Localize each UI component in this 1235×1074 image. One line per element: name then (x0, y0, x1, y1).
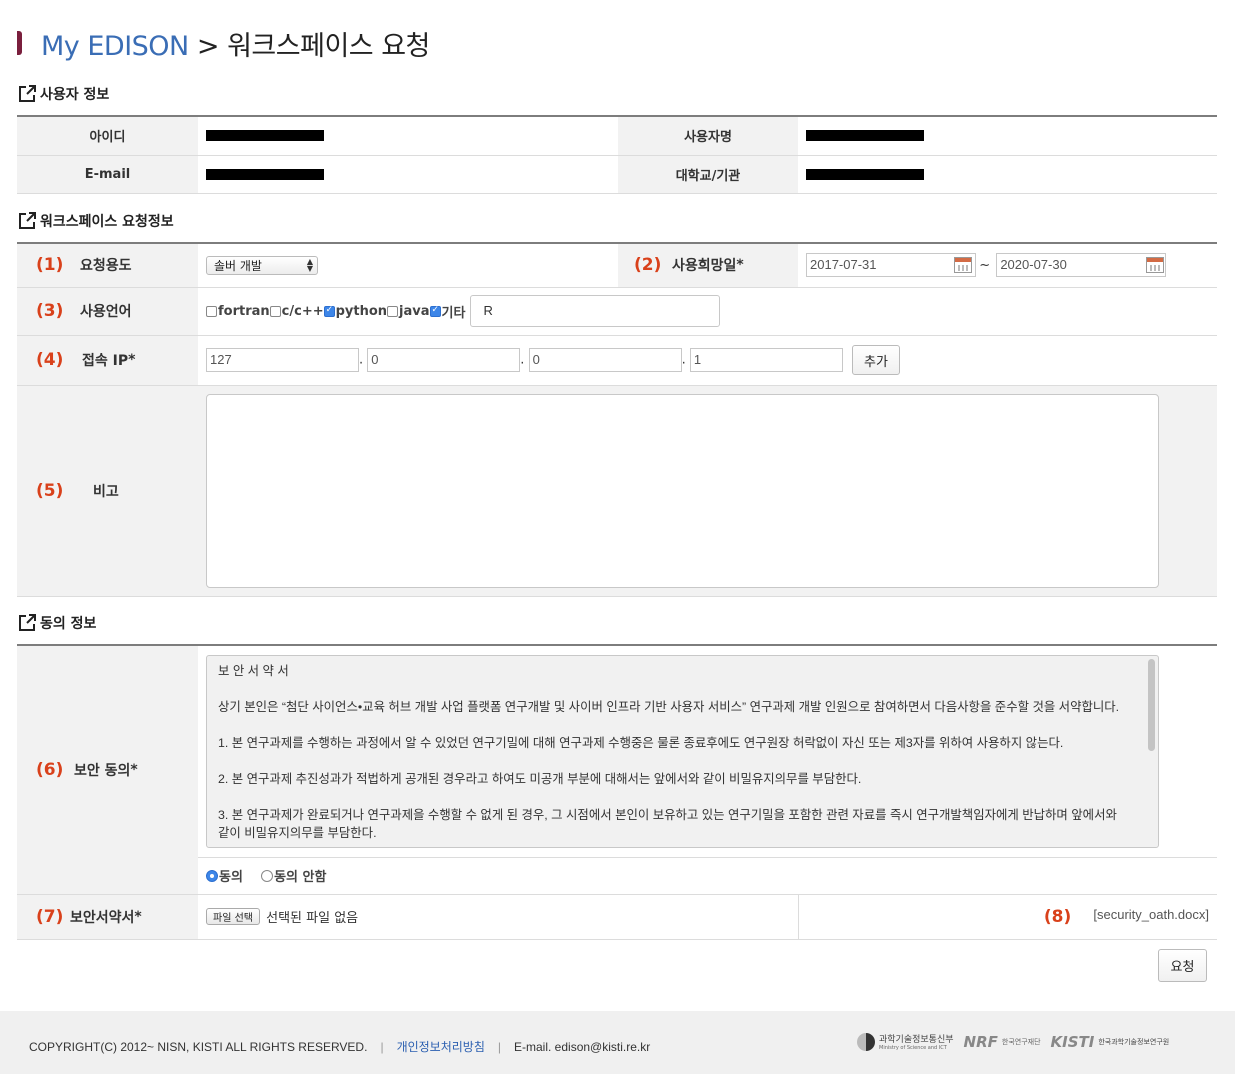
oath-intro: 상기 본인은 “첨단 사이언스•교육 허브 개발 사업 플랫폼 연구개발 및 사… (218, 699, 1120, 714)
required-mark: * (130, 761, 138, 778)
file-select-button[interactable]: 파일 선택 (206, 908, 260, 925)
contact-email[interactable]: E-mail. edison@kisti.re.kr (514, 1040, 650, 1054)
external-link-icon (19, 85, 36, 102)
privacy-policy-link[interactable]: 개인정보처리방침 (397, 1038, 485, 1055)
footer-logos: 과학기술정보통신부 Ministry of Science and ICT NR… (857, 1032, 1169, 1051)
request-submit-button[interactable]: 요청 (1158, 949, 1207, 982)
external-link-icon (19, 212, 36, 229)
purpose-selected: 솔버 개발 (214, 258, 262, 273)
number-7: (7) (36, 906, 64, 927)
checkbox-python[interactable]: python (323, 304, 387, 319)
other-language-input[interactable]: R (470, 295, 721, 327)
external-link-icon (19, 614, 36, 631)
radio-icon (261, 869, 274, 882)
oath-item-3: 3. 본 연구과제가 완료되거나 연구과제을 수행할 수 없게 된 경우, 그 … (218, 807, 1117, 840)
checkbox-icon (206, 305, 217, 317)
copyright-text: COPYRIGHT(C) 2012~ NISN, KISTI ALL RIGHT… (29, 1039, 368, 1054)
checkbox-checked-icon (429, 305, 441, 317)
checkbox-other[interactable]: 기타 (429, 302, 465, 321)
purpose-label: 요청용도 (80, 258, 132, 275)
consent-table: (6) 보안 동의 * 보 안 서 약 서 상기 본인은 “첨단 사이언스•교육 … (17, 644, 1217, 940)
ip-dot: . (359, 352, 364, 368)
breadcrumb-current: 워크스페이스 요청 (227, 30, 430, 62)
purpose-select[interactable]: 솔버 개발 ▲ ▼ (206, 255, 318, 275)
name-label: 사용자명 (618, 116, 798, 156)
org-label: 대학교/기관 (618, 155, 798, 194)
radio-disagree[interactable]: 동의 안함 (261, 868, 326, 885)
ip-octet-2[interactable]: 0 (367, 348, 521, 372)
scrollbar-thumb[interactable] (1148, 658, 1155, 751)
oath-title: 보 안 서 약 서 (218, 663, 289, 678)
email-value-redacted (206, 168, 324, 180)
breadcrumb-brand[interactable]: My EDISON (41, 31, 189, 62)
section-title: 동의 정보 (40, 616, 97, 632)
ip-dot: . (520, 352, 525, 368)
request-table: (1) 요청용도 솔버 개발 ▲ ▼ (2) 사용희망일 * 2017-07-31 … (17, 242, 1217, 597)
ip-dot: . (681, 352, 686, 368)
number-1: (1) (36, 255, 64, 276)
number-6: (6) (36, 759, 64, 780)
org-value-redacted (806, 168, 924, 180)
kisti-logo: KISTI 한국과학기술정보연구원 (1050, 1032, 1170, 1051)
footer: COPYRIGHT(C) 2012~ NISN, KISTI ALL RIGHT… (0, 1011, 1235, 1074)
ip-octet-1[interactable]: 127 (206, 348, 359, 372)
section-title: 워크스페이스 요청정보 (40, 214, 174, 230)
checkbox-fortran[interactable]: fortran (206, 304, 270, 319)
checkbox-icon (269, 305, 281, 317)
required-mark: * (736, 257, 744, 274)
number-4: (4) (36, 350, 64, 370)
checkbox-checked-icon (323, 305, 335, 317)
section-workspace-request: 워크스페이스 요청정보 (17, 210, 174, 232)
email-label: E-mail (17, 155, 198, 194)
start-date-input[interactable]: 2017-07-31 (806, 253, 976, 278)
end-date-input[interactable]: 2020-07-30 (996, 253, 1167, 278)
breadcrumb-separator: > (196, 30, 220, 62)
number-3: (3) (36, 301, 64, 321)
ip-octet-4[interactable]: 1 (689, 348, 843, 372)
calendar-icon[interactable] (954, 257, 973, 274)
required-mark: * (134, 908, 142, 925)
checkbox-java[interactable]: java (387, 304, 430, 319)
id-label: 아이디 (17, 116, 198, 156)
ip-octet-3[interactable]: 0 (528, 348, 682, 372)
user-info-table: 아이디 사용자명 E-mail 대학교/기관 (17, 115, 1217, 194)
id-value-redacted (206, 130, 324, 142)
name-value-redacted (806, 130, 924, 142)
security-consent-label: 보안 동의 (74, 762, 131, 779)
section-user-info: 사용자 정보 (17, 83, 109, 105)
oath-file-label: 보안서약서 (70, 909, 135, 926)
calendar-icon[interactable] (1146, 257, 1165, 274)
msit-logo: 과학기술정보통신부 Ministry of Science and ICT (857, 1032, 954, 1051)
oath-template-link[interactable]: [security_oath.docx] (1093, 907, 1209, 922)
required-mark: * (128, 352, 136, 368)
nrf-logo: NRF 한국연구재단 (963, 1032, 1041, 1051)
number-2: (2) (634, 255, 662, 276)
checkbox-cpp[interactable]: c/c++ (269, 304, 324, 319)
oath-item-2: 2. 본 연구과제 추진성과가 적법하게 공개된 경우라고 하여도 미공개 부분… (218, 771, 862, 786)
file-status: 선택된 파일 없음 (266, 911, 359, 926)
radio-selected-icon (206, 869, 218, 882)
title-accent-bar (17, 31, 22, 55)
ip-label: 접속 IP (82, 353, 129, 369)
language-label: 사용언어 (80, 304, 132, 320)
security-oath-textarea[interactable]: 보 안 서 약 서 상기 본인은 “첨단 사이언스•교육 허브 개발 사업 플랫… (206, 654, 1159, 848)
page-title: My EDISON > 워크스페이스 요청 (17, 24, 430, 63)
section-title: 사용자 정보 (40, 87, 110, 103)
remark-textarea[interactable] (206, 393, 1159, 588)
oath-item-1: 1. 본 연구과제를 수행하는 과정에서 알 수 있었던 연구기밀에 대해 연구… (218, 735, 1064, 750)
select-arrows-icon: ▲ ▼ (306, 257, 313, 274)
government-emblem-icon (857, 1032, 875, 1051)
checkbox-icon (387, 305, 399, 317)
footer-divider: | (497, 1039, 502, 1054)
add-ip-button[interactable]: 추가 (851, 345, 900, 375)
section-consent: 동의 정보 (17, 612, 96, 634)
footer-divider: | (380, 1039, 384, 1054)
date-tilde: ~ (979, 257, 991, 273)
number-8: (8) (1043, 906, 1072, 927)
remark-label: 비고 (93, 483, 119, 500)
period-label: 사용희망일 (672, 258, 737, 275)
radio-agree[interactable]: 동의 (206, 868, 243, 885)
number-5: (5) (36, 480, 64, 501)
breadcrumb: My EDISON > 워크스페이스 요청 (41, 24, 430, 63)
